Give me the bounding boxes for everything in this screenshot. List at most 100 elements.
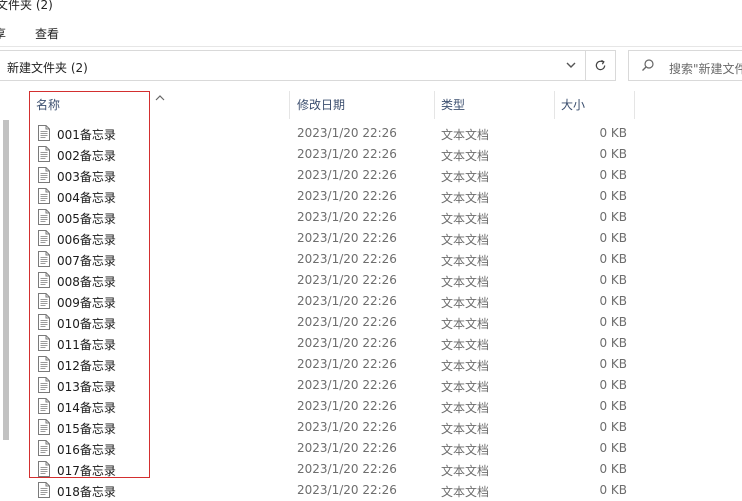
document-icon bbox=[38, 461, 50, 477]
file-name: 006备忘录 bbox=[57, 233, 116, 247]
title-bar: 文件夹 (2) bbox=[0, 0, 742, 14]
column-divider[interactable] bbox=[434, 91, 435, 119]
file-modified: 2023/1/20 22:26 bbox=[297, 462, 397, 476]
file-row[interactable]: 013备忘录 2023/1/20 22:26 文本文档 0 KB bbox=[0, 375, 742, 396]
file-name: 008备忘录 bbox=[57, 275, 116, 289]
file-row[interactable]: 008备忘录 2023/1/20 22:26 文本文档 0 KB bbox=[0, 270, 742, 291]
column-header-name[interactable]: 名称 bbox=[36, 96, 60, 113]
file-size: 0 KB bbox=[599, 399, 627, 413]
file-name: 005备忘录 bbox=[57, 212, 116, 226]
ribbon-tab-share[interactable]: 享 bbox=[0, 25, 6, 42]
file-name: 004备忘录 bbox=[57, 191, 116, 205]
file-row[interactable]: 001备忘录 2023/1/20 22:26 文本文档 0 KB bbox=[0, 123, 742, 144]
file-modified: 2023/1/20 22:26 bbox=[297, 126, 397, 140]
file-row[interactable]: 010备忘录 2023/1/20 22:26 文本文档 0 KB bbox=[0, 312, 742, 333]
file-size: 0 KB bbox=[599, 126, 627, 140]
search-placeholder: 搜索"新建文件 bbox=[669, 62, 742, 76]
file-type: 文本文档 bbox=[441, 380, 490, 394]
column-divider[interactable] bbox=[634, 91, 635, 119]
file-row[interactable]: 014备忘录 2023/1/20 22:26 文本文档 0 KB bbox=[0, 396, 742, 417]
file-modified: 2023/1/20 22:26 bbox=[297, 315, 397, 329]
file-row[interactable]: 006备忘录 2023/1/20 22:26 文本文档 0 KB bbox=[0, 228, 742, 249]
file-type: 文本文档 bbox=[441, 296, 490, 310]
file-list: 001备忘录 2023/1/20 22:26 文本文档 0 KB 002备忘录 … bbox=[0, 123, 742, 501]
file-row[interactable]: 004备忘录 2023/1/20 22:26 文本文档 0 KB bbox=[0, 186, 742, 207]
column-header-type[interactable]: 类型 bbox=[441, 96, 465, 113]
address-row: 新建文件夹 (2) 搜索"新建文件 bbox=[0, 50, 742, 84]
document-icon bbox=[38, 188, 50, 204]
file-row[interactable]: 016备忘录 2023/1/20 22:26 文本文档 0 KB bbox=[0, 438, 742, 459]
column-divider[interactable] bbox=[289, 91, 290, 119]
file-modified: 2023/1/20 22:26 bbox=[297, 357, 397, 371]
chevron-down-icon[interactable] bbox=[557, 51, 585, 80]
file-name: 013备忘录 bbox=[57, 380, 116, 394]
file-modified: 2023/1/20 22:26 bbox=[297, 210, 397, 224]
file-row[interactable]: 011备忘录 2023/1/20 22:26 文本文档 0 KB bbox=[0, 333, 742, 354]
file-type: 文本文档 bbox=[441, 422, 490, 436]
document-icon bbox=[38, 335, 50, 351]
column-header-modified[interactable]: 修改日期 bbox=[297, 96, 345, 113]
ribbon-tab-view[interactable]: 查看 bbox=[35, 25, 59, 42]
file-modified: 2023/1/20 22:26 bbox=[297, 231, 397, 245]
ribbon: 享 查看 bbox=[0, 20, 742, 47]
document-icon bbox=[38, 356, 50, 372]
refresh-button[interactable] bbox=[586, 50, 616, 81]
file-name: 018备忘录 bbox=[57, 485, 116, 499]
document-icon bbox=[38, 146, 50, 162]
file-name: 014备忘录 bbox=[57, 401, 116, 415]
file-type: 文本文档 bbox=[441, 359, 490, 373]
file-row[interactable]: 018备忘录 2023/1/20 22:26 文本文档 0 KB bbox=[0, 480, 742, 501]
file-row[interactable]: 005备忘录 2023/1/20 22:26 文本文档 0 KB bbox=[0, 207, 742, 228]
column-divider[interactable] bbox=[554, 91, 555, 119]
document-icon bbox=[38, 230, 50, 246]
document-icon bbox=[38, 419, 50, 435]
file-modified: 2023/1/20 22:26 bbox=[297, 420, 397, 434]
file-size: 0 KB bbox=[599, 210, 627, 224]
column-header-size[interactable]: 大小 bbox=[561, 96, 585, 113]
file-row[interactable]: 012备忘录 2023/1/20 22:26 文本文档 0 KB bbox=[0, 354, 742, 375]
file-name: 011备忘录 bbox=[57, 338, 116, 352]
document-icon bbox=[38, 272, 50, 288]
file-type: 文本文档 bbox=[441, 401, 490, 415]
sort-ascending-icon bbox=[155, 90, 165, 104]
file-type: 文本文档 bbox=[441, 443, 490, 457]
file-modified: 2023/1/20 22:26 bbox=[297, 252, 397, 266]
file-size: 0 KB bbox=[599, 357, 627, 371]
file-row[interactable]: 007备忘录 2023/1/20 22:26 文本文档 0 KB bbox=[0, 249, 742, 270]
file-name: 007备忘录 bbox=[57, 254, 116, 268]
document-icon bbox=[38, 440, 50, 456]
file-type: 文本文档 bbox=[441, 338, 490, 352]
file-name: 010备忘录 bbox=[57, 317, 116, 331]
file-row[interactable]: 015备忘录 2023/1/20 22:26 文本文档 0 KB bbox=[0, 417, 742, 438]
file-name: 016备忘录 bbox=[57, 443, 116, 457]
file-size: 0 KB bbox=[599, 483, 627, 497]
file-modified: 2023/1/20 22:26 bbox=[297, 441, 397, 455]
file-size: 0 KB bbox=[599, 462, 627, 476]
file-type: 文本文档 bbox=[441, 464, 490, 478]
file-type: 文本文档 bbox=[441, 149, 490, 163]
file-name: 003备忘录 bbox=[57, 170, 116, 184]
address-bar[interactable]: 新建文件夹 (2) bbox=[0, 50, 586, 81]
search-input[interactable]: 搜索"新建文件 bbox=[628, 50, 742, 81]
search-icon bbox=[641, 58, 655, 75]
file-row[interactable]: 002备忘录 2023/1/20 22:26 文本文档 0 KB bbox=[0, 144, 742, 165]
document-icon bbox=[38, 209, 50, 225]
file-modified: 2023/1/20 22:26 bbox=[297, 189, 397, 203]
file-row[interactable]: 003备忘录 2023/1/20 22:26 文本文档 0 KB bbox=[0, 165, 742, 186]
file-size: 0 KB bbox=[599, 420, 627, 434]
file-size: 0 KB bbox=[599, 441, 627, 455]
file-name: 009备忘录 bbox=[57, 296, 116, 310]
file-type: 文本文档 bbox=[441, 212, 490, 226]
file-type: 文本文档 bbox=[441, 191, 490, 205]
file-type: 文本文档 bbox=[441, 317, 490, 331]
file-name: 002备忘录 bbox=[57, 149, 116, 163]
file-modified: 2023/1/20 22:26 bbox=[297, 336, 397, 350]
document-icon bbox=[38, 167, 50, 183]
file-size: 0 KB bbox=[599, 168, 627, 182]
file-row[interactable]: 009备忘录 2023/1/20 22:26 文本文档 0 KB bbox=[0, 291, 742, 312]
file-modified: 2023/1/20 22:26 bbox=[297, 168, 397, 182]
file-name: 017备忘录 bbox=[57, 464, 116, 478]
document-icon bbox=[38, 251, 50, 267]
file-row[interactable]: 017备忘录 2023/1/20 22:26 文本文档 0 KB bbox=[0, 459, 742, 480]
file-type: 文本文档 bbox=[441, 275, 490, 289]
